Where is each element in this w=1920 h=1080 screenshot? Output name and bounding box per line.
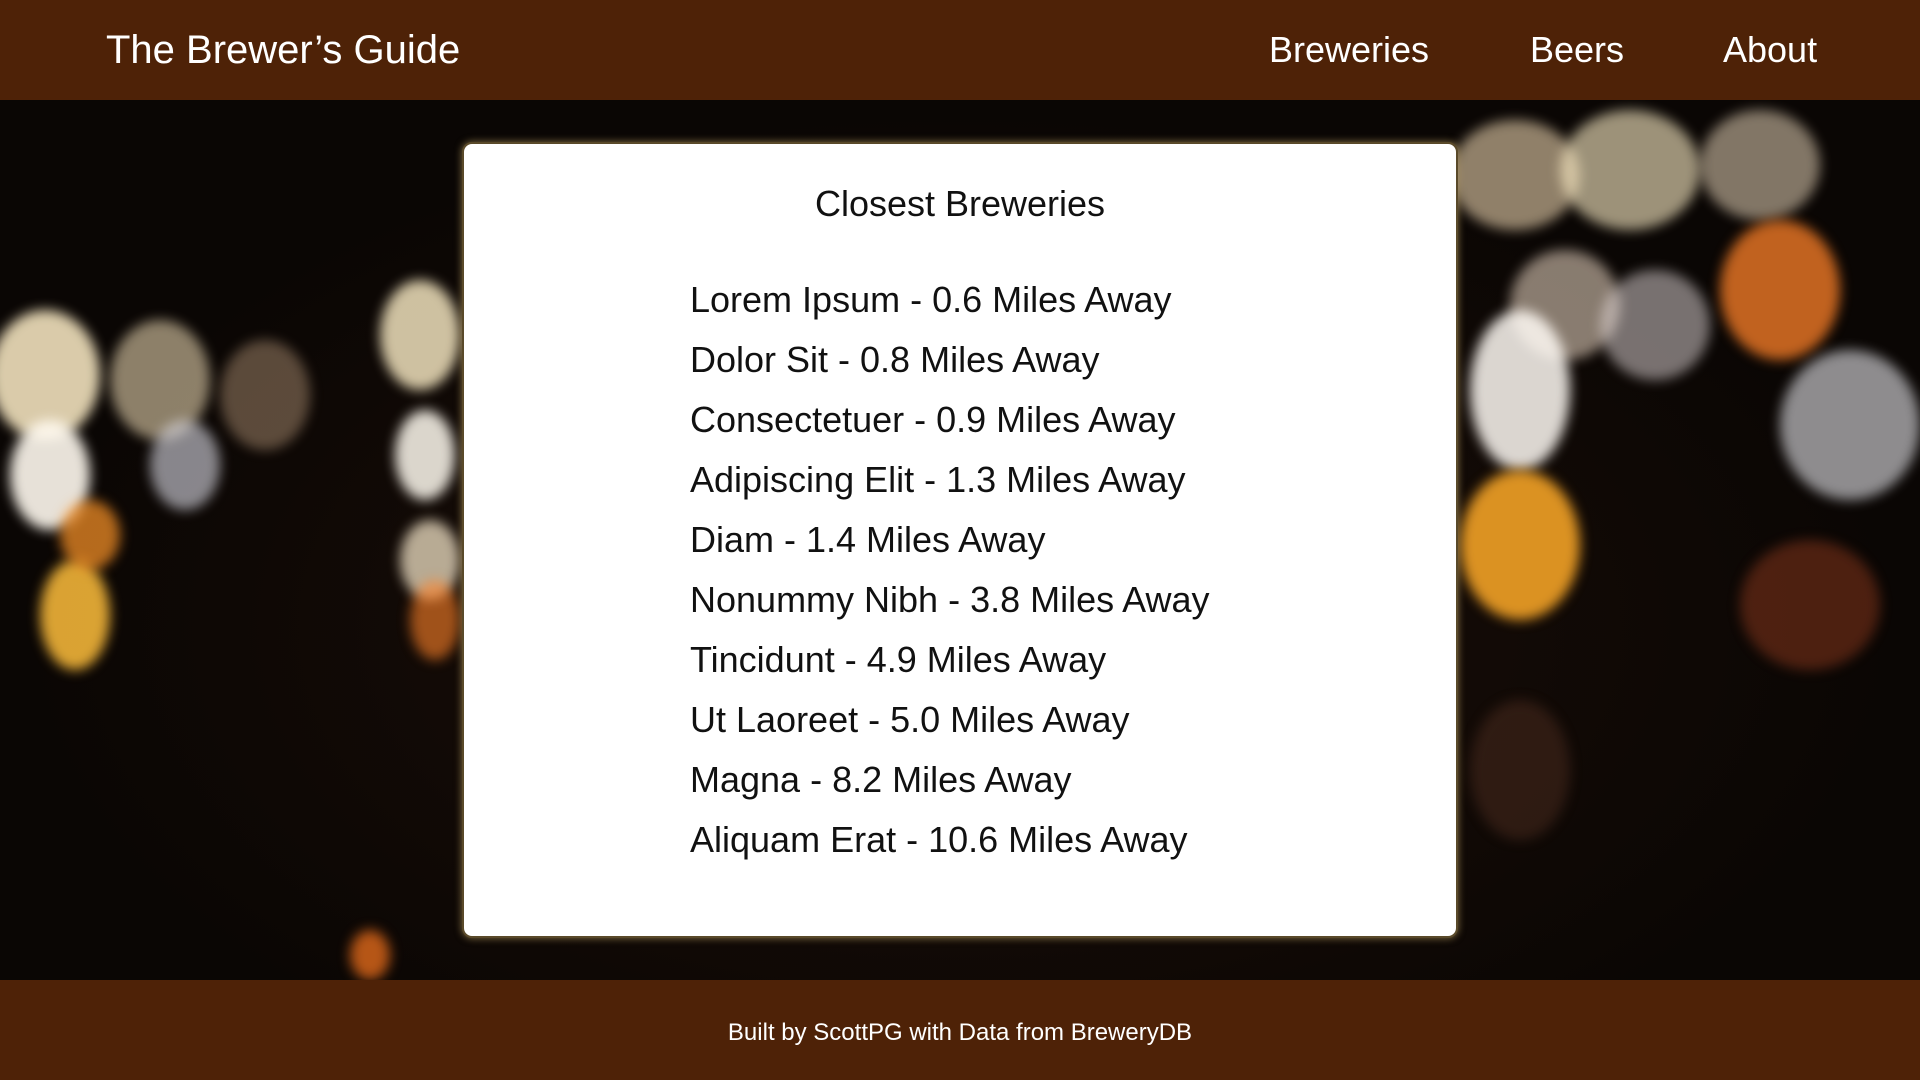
brewery-list-item[interactable]: Dolor Sit - 0.8 Miles Away — [690, 330, 1210, 390]
bokeh-light — [1720, 220, 1840, 360]
site-header: The Brewer’s Guide Breweries Beers About — [0, 0, 1920, 100]
brewery-list-item[interactable]: Consectetuer - 0.9 Miles Away — [690, 390, 1210, 450]
brewery-list-item[interactable]: Aliquam Erat - 10.6 Miles Away — [690, 810, 1210, 870]
bokeh-light — [1740, 540, 1880, 670]
brewery-list: Lorem Ipsum - 0.6 Miles Away Dolor Sit -… — [690, 270, 1210, 870]
bokeh-light — [220, 340, 310, 450]
bokeh-light — [60, 500, 120, 570]
bokeh-light — [380, 280, 460, 390]
brewery-list-item[interactable]: Tincidunt - 4.9 Miles Away — [690, 630, 1210, 690]
bokeh-light — [1700, 110, 1820, 220]
brewery-list-item[interactable]: Magna - 8.2 Miles Away — [690, 750, 1210, 810]
bokeh-light — [1780, 350, 1920, 500]
brewery-list-item[interactable]: Diam - 1.4 Miles Away — [690, 510, 1210, 570]
bokeh-light — [395, 410, 455, 500]
site-brand[interactable]: The Brewer’s Guide — [106, 26, 460, 74]
bokeh-light — [1470, 700, 1570, 840]
panel-title: Closest Breweries — [814, 183, 1106, 224]
bokeh-light — [350, 930, 390, 980]
bokeh-light — [1470, 310, 1570, 470]
site-footer: Built by ScottPG with Data from BreweryD… — [0, 980, 1920, 1080]
bokeh-light — [150, 420, 220, 510]
brewery-list-item[interactable]: Nonummy Nibh - 3.8 Miles Away — [690, 570, 1210, 630]
nav-link-breweries[interactable]: Breweries — [1269, 26, 1429, 74]
brewery-list-item[interactable]: Lorem Ipsum - 0.6 Miles Away — [690, 270, 1210, 330]
brewery-list-item[interactable]: Adipiscing Elit - 1.3 Miles Away — [690, 450, 1210, 510]
closest-breweries-panel: Closest Breweries Lorem Ipsum - 0.6 Mile… — [462, 142, 1458, 938]
bokeh-light — [40, 560, 110, 670]
brewery-list-item[interactable]: Ut Laoreet - 5.0 Miles Away — [690, 690, 1210, 750]
bokeh-light — [1600, 270, 1710, 380]
footer-credit: Built by ScottPG with Data from BreweryD… — [727, 1019, 1193, 1046]
bokeh-light — [1560, 110, 1700, 230]
bokeh-light — [410, 580, 460, 660]
nav-link-beers[interactable]: Beers — [1530, 26, 1624, 74]
bokeh-light — [1460, 470, 1580, 620]
nav-link-about[interactable]: About — [1723, 26, 1817, 74]
